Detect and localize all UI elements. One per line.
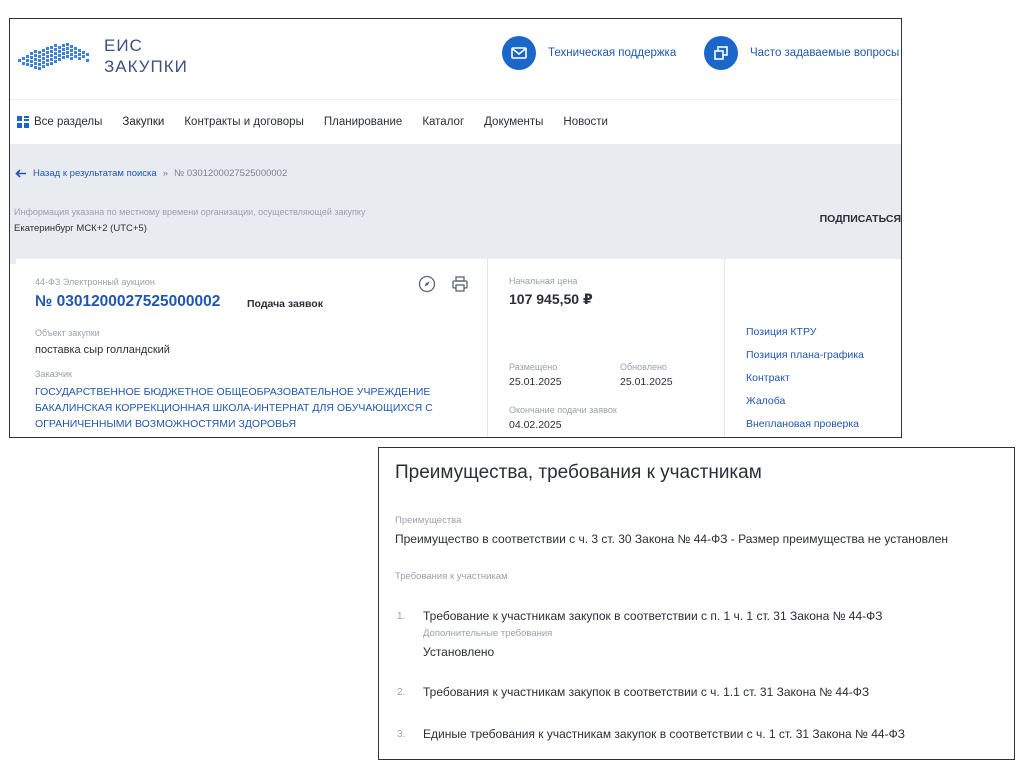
- breadcrumb-current: № 0301200027525000002: [174, 168, 288, 179]
- nav-label: Контракты и договоры: [184, 116, 304, 128]
- logo-line1: ЕИС: [104, 36, 143, 55]
- object-value: поставка сыр голландский: [35, 344, 170, 356]
- nav-item-contracts[interactable]: Контракты и договоры: [184, 116, 304, 128]
- related-links: Позиция КТРУ Позиция плана-графика Контр…: [724, 259, 901, 437]
- advantages-label: Преимущества: [395, 515, 462, 526]
- faq-label: Часто задаваемые вопросы: [750, 47, 900, 59]
- additional-requirements-value: Установлено: [423, 645, 495, 659]
- logo-text[interactable]: ЕИС ЗАКУПКИ: [104, 35, 188, 77]
- logo-line2: ЗАКУПКИ: [104, 57, 188, 76]
- nav-item-news[interactable]: Новости: [563, 116, 608, 128]
- nav-label: Документы: [484, 116, 544, 128]
- object-label: Объект закупки: [35, 328, 100, 338]
- faq-button[interactable]: Часто задаваемые вопросы: [704, 36, 899, 70]
- main-nav: Все разделы Закупки Контракты и договоры…: [10, 99, 901, 144]
- windows-icon: [704, 36, 738, 70]
- russia-map-logo-icon: [18, 43, 89, 70]
- link-contract[interactable]: Контракт: [746, 372, 790, 384]
- requirement-number: 2.: [397, 687, 406, 698]
- purchase-type: 44-ФЗ Электронный аукцион: [35, 277, 155, 287]
- updated-label: Обновлено: [620, 362, 667, 372]
- link-ktru[interactable]: Позиция КТРУ: [746, 326, 816, 338]
- nav-item-purchases[interactable]: Закупки: [122, 116, 164, 128]
- advantages-value: Преимущество в соответствии с ч. 3 ст. 3…: [395, 532, 949, 546]
- registry-number-link[interactable]: № 0301200027525000002: [35, 293, 220, 311]
- nav-item-all-sections[interactable]: Все разделы: [17, 116, 102, 128]
- compass-icon[interactable]: [418, 275, 436, 293]
- purchase-card: 44-ФЗ Электронный аукцион № 030120002752…: [16, 259, 901, 437]
- requirement-text: Требование к участникам закупок в соотве…: [423, 609, 883, 623]
- timezone-note: Информация указана по местному времени о…: [14, 207, 366, 217]
- breadcrumb: Назад к результатам поиска » № 030120002…: [15, 168, 287, 179]
- requirement-text: Требования к участникам закупок в соотве…: [423, 685, 870, 699]
- nav-label: Все разделы: [34, 116, 103, 128]
- arrow-left-icon[interactable]: [15, 169, 27, 178]
- nav-label: Новости: [563, 116, 608, 128]
- participants-requirements-label: Требования к участникам: [395, 571, 508, 582]
- customer-link[interactable]: ГОСУДАРСТВЕННОЕ БЮДЖЕТНОЕ ОБЩЕОБРАЗОВАТЕ…: [35, 384, 475, 432]
- breadcrumb-separator: »: [162, 168, 169, 179]
- nav-label: Закупки: [122, 116, 165, 128]
- timezone-value: Екатеринбург МСК+2 (UTC+5): [14, 223, 147, 234]
- nav-item-planning[interactable]: Планирование: [324, 116, 402, 128]
- requirement-number: 1.: [397, 611, 406, 622]
- purchase-main-info: 44-ФЗ Электронный аукцион № 030120002752…: [16, 259, 487, 437]
- nav-item-catalog[interactable]: Каталог: [422, 116, 464, 128]
- back-to-results-link[interactable]: Назад к результатам поиска: [33, 168, 157, 179]
- requirements-screenshot: Преимущества, требования к участникам Пр…: [378, 447, 1015, 760]
- support-label: Техническая поддержка: [548, 47, 677, 59]
- link-plan-schedule[interactable]: Позиция плана-графика: [746, 349, 864, 361]
- price-value: 107 945,50 ₽: [509, 291, 593, 307]
- posted-value: 25.01.2025: [509, 376, 562, 388]
- additional-requirements-label: Дополнительные требования: [423, 628, 553, 639]
- price-label: Начальная цена: [509, 276, 578, 286]
- site-header: ЕИС ЗАКУПКИ Техническая поддержка Часто …: [10, 19, 901, 99]
- purchase-price-dates: Начальная цена 107 945,50 ₽ Размещено 25…: [487, 259, 724, 437]
- purchase-card-screenshot: ЕИС ЗАКУПКИ Техническая поддержка Часто …: [9, 18, 902, 438]
- info-band: Назад к результатам поиска » № 030120002…: [10, 144, 901, 264]
- link-complaint[interactable]: Жалоба: [746, 395, 785, 407]
- posted-label: Размещено: [509, 362, 558, 372]
- slide-page: ЕИС ЗАКУПКИ Техническая поддержка Часто …: [0, 0, 1024, 767]
- nav-item-documents[interactable]: Документы: [484, 116, 543, 128]
- requirement-text: Единые требования к участникам закупок в…: [423, 727, 905, 741]
- link-unscheduled-inspection[interactable]: Внеплановая проверка: [746, 418, 859, 430]
- support-button[interactable]: Техническая поддержка: [502, 36, 676, 70]
- requirements-title: Преимущества, требования к участникам: [395, 462, 762, 483]
- customer-label: Заказчик: [35, 369, 72, 379]
- mail-icon: [502, 36, 536, 70]
- updated-value: 25.01.2025: [620, 376, 673, 388]
- deadline-value: 04.02.2025: [509, 419, 562, 431]
- deadline-label: Окончание подачи заявок: [509, 405, 617, 415]
- nav-label: Планирование: [323, 116, 403, 128]
- grid-icon: [17, 116, 29, 128]
- print-icon[interactable]: [451, 275, 469, 293]
- purchase-stage: Подача заявок: [247, 298, 323, 310]
- requirement-number: 3.: [397, 729, 406, 740]
- subscribe-button[interactable]: ПОДПИСАТЬСЯ: [820, 213, 901, 225]
- nav-label: Каталог: [422, 116, 465, 128]
